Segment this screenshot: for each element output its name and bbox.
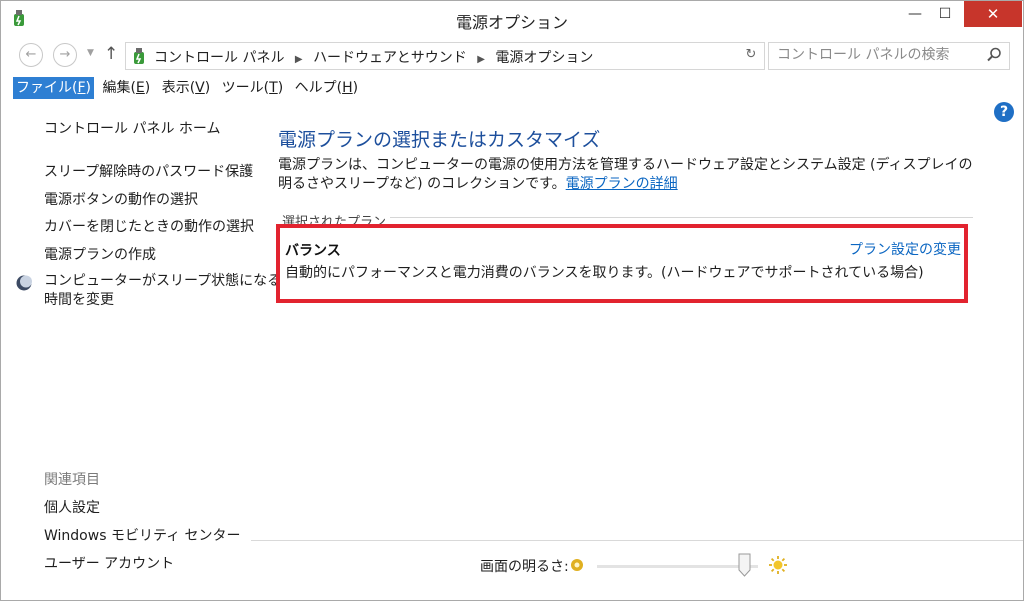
recent-locations-dropdown-icon[interactable]: ▼	[87, 48, 94, 58]
sidebar-item-wake-password[interactable]: スリープ解除時のパスワード保護	[44, 161, 253, 181]
menu-view[interactable]: 表示(V)	[159, 77, 214, 99]
sidebar-item-mobility-center[interactable]: Windows モビリティ センター	[44, 525, 241, 545]
breadcrumb-power-options[interactable]: 電源オプション	[495, 50, 593, 66]
up-button[interactable]: ↑	[104, 44, 118, 64]
selected-plan-highlight: バランス 自動的にパフォーマンスと電力消費のバランスを取ります。(ハードウェアで…	[276, 224, 968, 303]
dim-brightness-icon	[571, 559, 583, 571]
sidebar-item-sleep-time-line2: 時間を変更	[44, 292, 114, 308]
chevron-right-icon[interactable]: ▶	[477, 54, 485, 65]
menu-tools[interactable]: ツール(T)	[219, 77, 287, 99]
sidebar-control-panel-home[interactable]: コントロール パネル ホーム	[44, 118, 220, 138]
search-input[interactable]	[769, 43, 982, 67]
close-button[interactable]: ✕	[964, 1, 1022, 27]
change-plan-settings-link[interactable]: プラン設定の変更	[849, 239, 961, 259]
sidebar-item-create-plan[interactable]: 電源プランの作成	[44, 244, 156, 264]
menu-file[interactable]: ファイル(F)	[13, 77, 94, 99]
window: 電源オプション — ☐ ✕ ← → ▼ ↑ コントロール パネル ▶ ハードウェ…	[0, 0, 1024, 601]
menu-help[interactable]: ヘルプ(H)	[292, 77, 361, 99]
page-description: 電源プランは、コンピューターの電源の使用方法を管理するハードウェア設定とシステム…	[278, 156, 983, 194]
related-heading: 関連項目	[44, 472, 100, 488]
page-title: 電源プランの選択またはカスタマイズ	[278, 129, 601, 151]
sidebar-item-sleep-time[interactable]: コンピューターがスリープ状態になる 時間を変更	[44, 272, 281, 310]
menu-edit[interactable]: 編集(E)	[99, 77, 153, 99]
sidebar-item-user-accounts[interactable]: ユーザー アカウント	[44, 553, 174, 573]
breadcrumb: コントロール パネル ▶ ハードウェアとサウンド ▶ 電源オプション	[154, 47, 593, 67]
sidebar-item-sleep-time-line1: コンピューターがスリープ状態になる	[44, 273, 282, 289]
minimize-button[interactable]: —	[898, 1, 932, 27]
address-bar[interactable]: コントロール パネル ▶ ハードウェアとサウンド ▶ 電源オプション ↻	[125, 42, 765, 70]
search-box[interactable]	[768, 42, 1010, 70]
plan-details-link[interactable]: 電源プランの詳細	[566, 176, 678, 192]
menu-bar: ファイル(F) 編集(E) 表示(V) ツール(T) ヘルプ(H)	[13, 77, 362, 99]
sidebar-item-personalization[interactable]: 個人設定	[44, 497, 100, 517]
sidebar-item-lid-close[interactable]: カバーを閉じたときの動作の選択	[44, 216, 254, 236]
breadcrumb-hardware-sound[interactable]: ハードウェアとサウンド	[313, 50, 467, 66]
navigation-bar: ← → ▼ ↑ コントロール パネル ▶ ハードウェアとサウンド ▶ 電源オプシ…	[1, 39, 1023, 71]
breadcrumb-control-panel[interactable]: コントロール パネル	[154, 50, 284, 66]
chevron-right-icon[interactable]: ▶	[295, 54, 303, 65]
maximize-button[interactable]: ☐	[928, 1, 962, 27]
power-options-icon	[134, 48, 144, 64]
sidebar: コントロール パネル ホーム スリープ解除時のパスワード保護 電源ボタンの動作の…	[1, 101, 281, 600]
help-icon[interactable]: ?	[994, 102, 1014, 122]
moon-icon	[16, 275, 32, 291]
group-divider	[381, 217, 973, 218]
search-icon[interactable]	[985, 46, 1003, 64]
bottom-divider	[251, 540, 1023, 541]
brightness-slider-thumb[interactable]	[738, 553, 751, 577]
brightness-slider-track[interactable]	[597, 565, 758, 568]
window-title: 電源オプション	[455, 13, 568, 32]
forward-button[interactable]: →	[53, 43, 77, 67]
plan-name: バランス	[285, 243, 341, 259]
bright-sun-icon	[769, 556, 787, 574]
brightness-label: 画面の明るさ:	[480, 559, 569, 575]
title-bar: 電源オプション — ☐ ✕	[1, 1, 1023, 37]
refresh-icon[interactable]: ↻	[742, 47, 760, 65]
plan-description: 自動的にパフォーマンスと電力消費のバランスを取ります。(ハードウェアでサポートさ…	[285, 265, 924, 281]
sidebar-item-power-button[interactable]: 電源ボタンの動作の選択	[44, 189, 198, 209]
back-button[interactable]: ←	[19, 43, 43, 67]
